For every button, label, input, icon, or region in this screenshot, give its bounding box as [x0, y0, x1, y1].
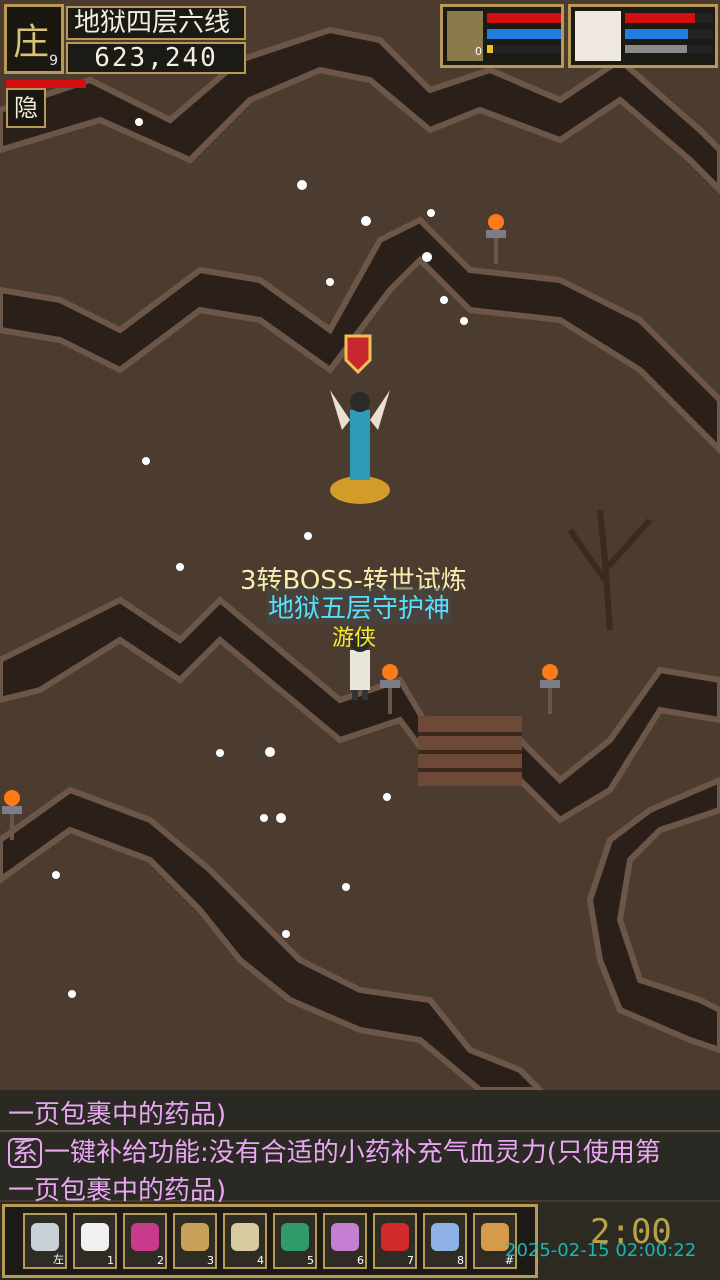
pet-level: 0	[475, 45, 482, 58]
player-hp-bar	[625, 13, 713, 23]
hide-button[interactable]: 隐	[6, 88, 46, 128]
screenshot-timestamp: 2025-02-15 02:00:22	[505, 1240, 697, 1261]
flag-icon	[381, 1223, 409, 1251]
card-icon	[281, 1223, 309, 1251]
avatar-glyph: 庄	[13, 22, 50, 63]
chat-bubble-icon	[81, 1223, 109, 1251]
player-portrait	[575, 11, 621, 61]
player-status-hud: 庄 9 地狱四层六线 623,240	[2, 2, 248, 78]
map-scene	[0, 0, 720, 1090]
scroll-icon	[231, 1223, 259, 1251]
chat-log[interactable]: 一页包裹中的药品) 系一键补给功能:没有合适的小药补充气血灵力(只使用第 一页包…	[0, 1090, 720, 1206]
pet-hp-bar	[487, 13, 561, 23]
shortcut-slot-2[interactable]: 1	[73, 1213, 117, 1269]
pet-exp-bar	[487, 45, 561, 53]
game-map[interactable]: 3转BOSS-转世试炼 地狱五层守护神 游侠 庄 9 地狱四层六线 623,24…	[0, 0, 720, 1090]
pet-mp-bar	[487, 29, 561, 39]
level-number: 9	[49, 53, 58, 69]
bag-icon	[181, 1223, 209, 1251]
shortcut-key: 8	[457, 1254, 464, 1267]
shortcut-key: 3	[207, 1254, 214, 1267]
shortcut-slot-8[interactable]: 7	[373, 1213, 417, 1269]
shortcut-slot-4[interactable]: 3	[173, 1213, 217, 1269]
shortcut-key: 左	[53, 1253, 64, 1266]
player-status-panel[interactable]	[568, 4, 718, 68]
player-name-label: 游侠	[332, 626, 377, 651]
shortcut-bar: 左 1 2 3 4 5 6 7 8 #	[2, 1204, 538, 1278]
shortcut-key: 4	[257, 1254, 264, 1267]
shortcut-slot-1[interactable]: 左	[23, 1213, 67, 1269]
chat-message-text: 一键补给功能:没有合适的小药补充气血灵力(只使用第	[44, 1138, 661, 1168]
avatar[interactable]: 庄 9	[4, 4, 64, 74]
map-name[interactable]: 地狱四层六线	[66, 6, 246, 40]
shortcut-key: 1	[107, 1254, 114, 1267]
party-icon	[431, 1223, 459, 1251]
shortcut-slot-6[interactable]: 5	[273, 1213, 317, 1269]
target-hp-strip	[6, 80, 86, 88]
chat-message: 一页包裹中的药品)	[8, 1100, 227, 1130]
system-tag: 系	[8, 1138, 43, 1168]
shortcut-key: 7	[407, 1254, 414, 1267]
shortcut-key: 2	[157, 1254, 164, 1267]
potion-icon	[131, 1223, 159, 1251]
pet-status-panel[interactable]: 0	[440, 4, 564, 68]
team-icon	[331, 1223, 359, 1251]
shortcut-slot-9[interactable]: 8	[423, 1213, 467, 1269]
player-mp-bar	[625, 29, 713, 39]
shortcut-slot-5[interactable]: 4	[223, 1213, 267, 1269]
gear-icon	[31, 1223, 59, 1251]
shortcut-key: 6	[357, 1254, 364, 1267]
shortcut-slot-7[interactable]: 6	[323, 1213, 367, 1269]
shortcut-slot-3[interactable]: 2	[123, 1213, 167, 1269]
bottom-toolbar: 左 1 2 3 4 5 6 7 8 # 2:00 2025-02-15 02:00:22	[0, 1202, 720, 1280]
shortcut-key: 5	[307, 1254, 314, 1267]
chat-message: 系一键补给功能:没有合适的小药补充气血灵力(只使用第	[8, 1132, 661, 1169]
player-exp-bar	[625, 45, 713, 53]
wooden-bridge	[418, 716, 522, 786]
map-coordinates: 623,240	[66, 42, 246, 74]
